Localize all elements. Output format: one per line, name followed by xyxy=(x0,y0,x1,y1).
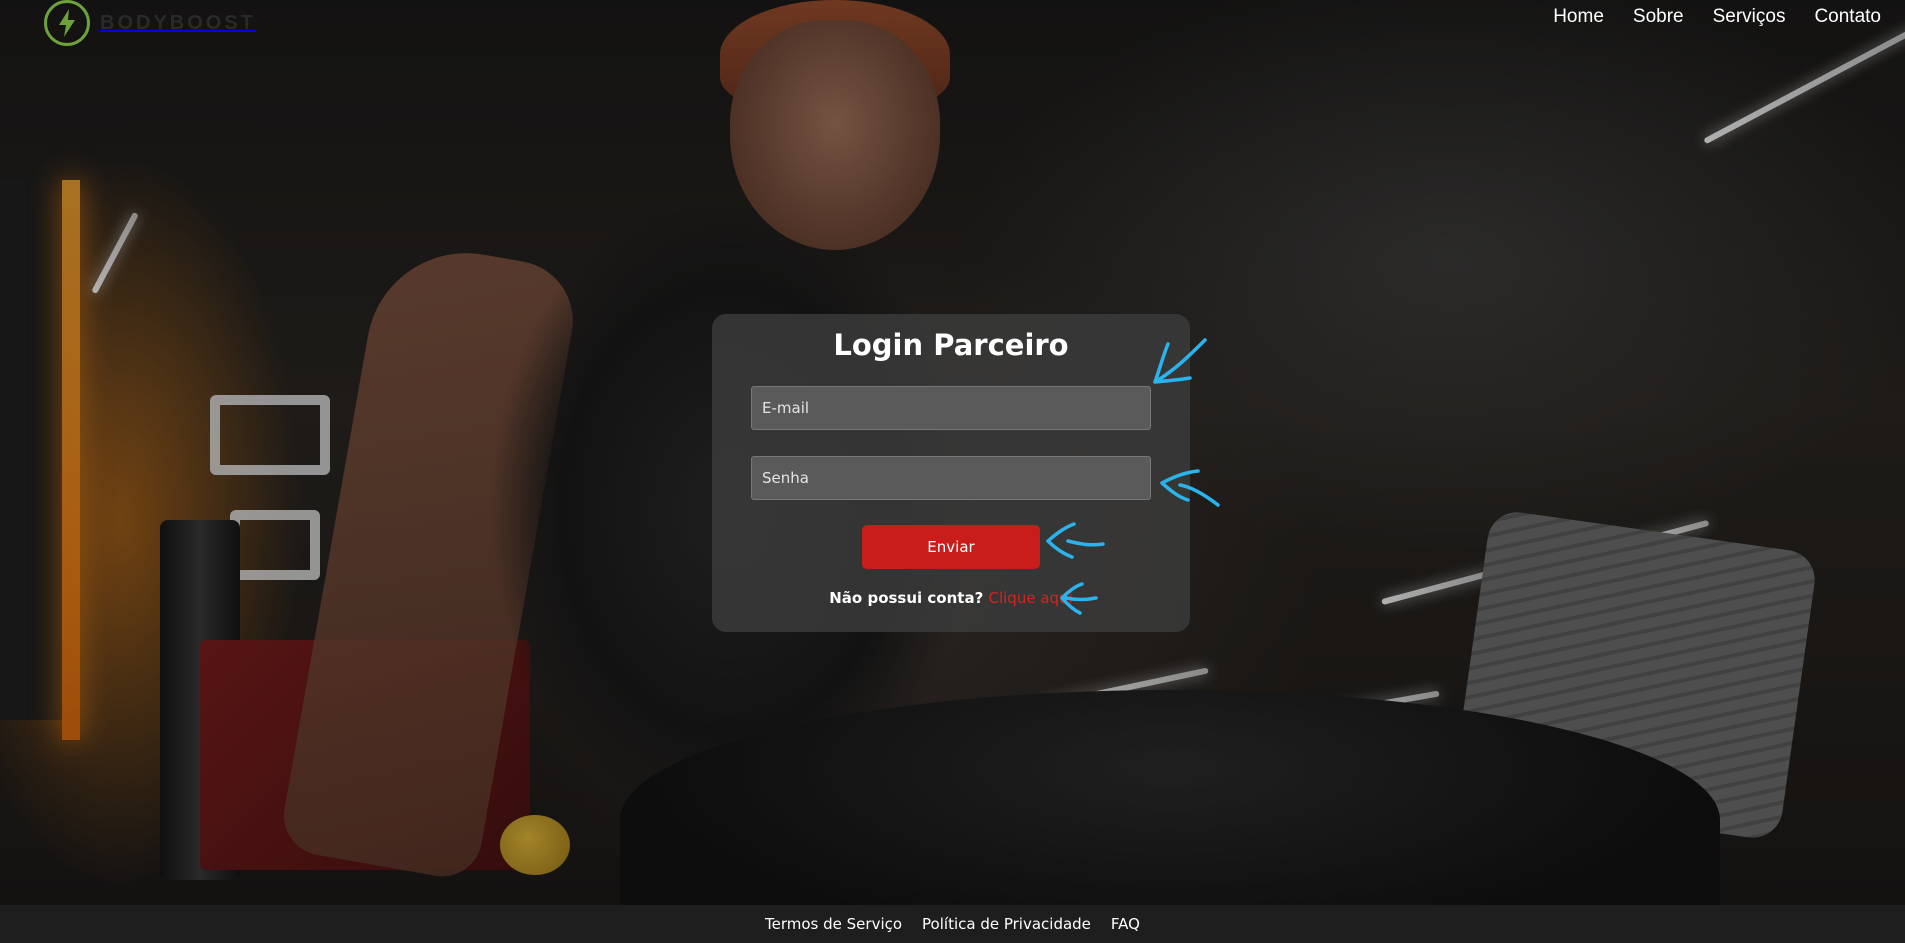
brand-logo-link[interactable]: BODYBOOST xyxy=(44,0,256,46)
signup-prompt: Não possui conta? Clique aqui xyxy=(712,589,1190,607)
lightning-bolt-icon xyxy=(44,0,90,46)
nav-contato[interactable]: Contato xyxy=(1814,6,1881,28)
site-footer: Termos de Serviço Política de Privacidad… xyxy=(0,905,1905,943)
nav-sobre[interactable]: Sobre xyxy=(1633,6,1684,28)
footer-faq-link[interactable]: FAQ xyxy=(1111,915,1140,933)
nav-servicos[interactable]: Serviços xyxy=(1713,6,1786,28)
footer-privacy-link[interactable]: Política de Privacidade xyxy=(922,915,1091,933)
login-card: Login Parceiro Enviar Não possui conta? … xyxy=(712,314,1190,632)
main-nav: Home Sobre Serviços Contato xyxy=(1553,6,1881,28)
footer-terms-link[interactable]: Termos de Serviço xyxy=(765,915,902,933)
email-input[interactable] xyxy=(751,386,1151,430)
signup-link[interactable]: Clique aqui xyxy=(989,589,1073,607)
brand-name: BODYBOOST xyxy=(100,11,256,34)
password-input[interactable] xyxy=(751,456,1151,500)
login-title: Login Parceiro xyxy=(833,328,1069,362)
nav-home[interactable]: Home xyxy=(1553,6,1604,28)
submit-button[interactable]: Enviar xyxy=(862,525,1040,569)
signup-question: Não possui conta? xyxy=(829,589,984,607)
site-header: BODYBOOST Home Sobre Serviços Contato xyxy=(0,0,1905,48)
